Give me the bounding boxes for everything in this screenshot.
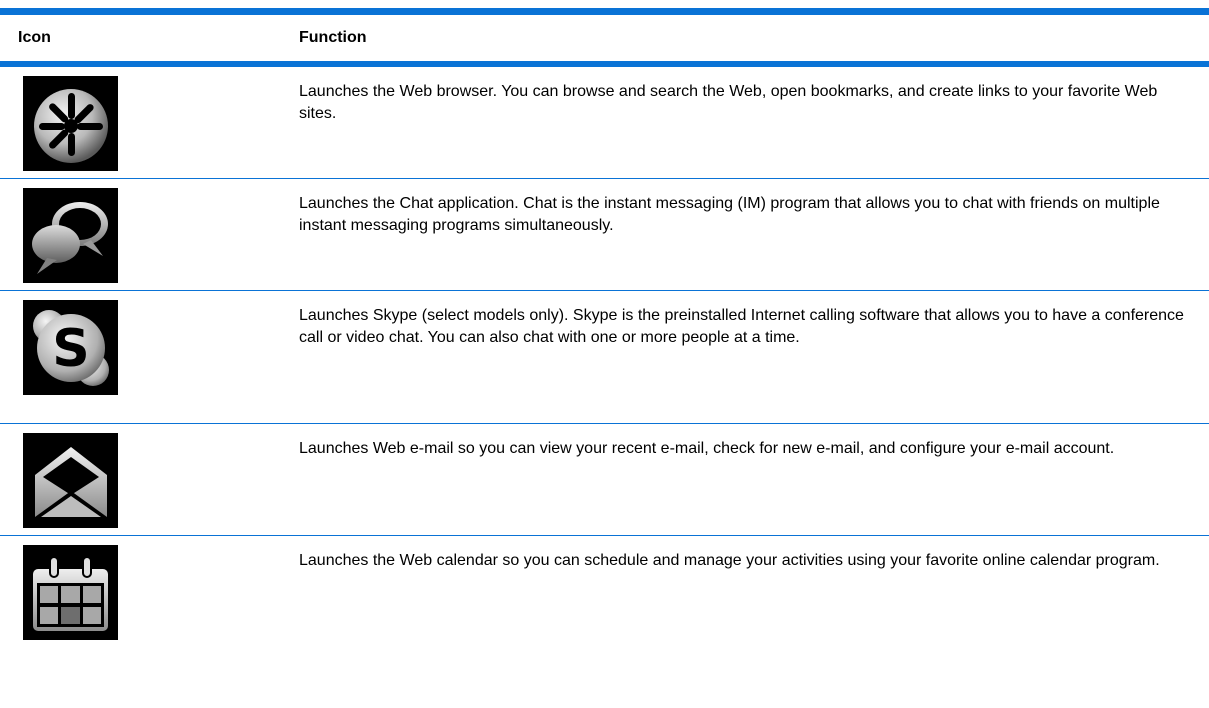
function-cell: Launches the Web calendar so you can sch… xyxy=(299,552,1160,569)
table-header-row: Icon Function xyxy=(0,15,1209,67)
icon-cell: S xyxy=(0,291,299,423)
skype-icon: S xyxy=(23,300,118,395)
email-icon xyxy=(23,433,118,528)
function-cell: Launches Skype (select models only). Sky… xyxy=(299,307,1184,346)
function-cell: Launches Web e-mail so you can view your… xyxy=(299,440,1115,457)
web-browser-icon xyxy=(23,76,118,171)
icon-cell xyxy=(0,67,299,178)
function-cell: Launches the Web browser. You can browse… xyxy=(299,83,1158,122)
table-row: Launches the Web browser. You can browse… xyxy=(0,67,1209,179)
icon-cell xyxy=(0,536,299,661)
table-row: S Launches Skype (select models only). S… xyxy=(0,291,1209,424)
table-row: Launches the Chat application. Chat is t… xyxy=(0,179,1209,291)
icon-function-table: Icon Function Launches the Web browser. … xyxy=(0,0,1209,661)
header-icon: Icon xyxy=(18,29,51,46)
table-row: Launches Web e-mail so you can view your… xyxy=(0,424,1209,536)
icon-cell xyxy=(0,424,299,535)
icon-cell xyxy=(0,179,299,290)
table-row: Launches the Web calendar so you can sch… xyxy=(0,536,1209,661)
calendar-icon xyxy=(23,545,118,640)
chat-icon xyxy=(23,188,118,283)
header-function: Function xyxy=(299,29,367,46)
table-top-rule xyxy=(0,8,1209,15)
function-cell: Launches the Chat application. Chat is t… xyxy=(299,195,1160,234)
svg-text:S: S xyxy=(52,319,89,379)
